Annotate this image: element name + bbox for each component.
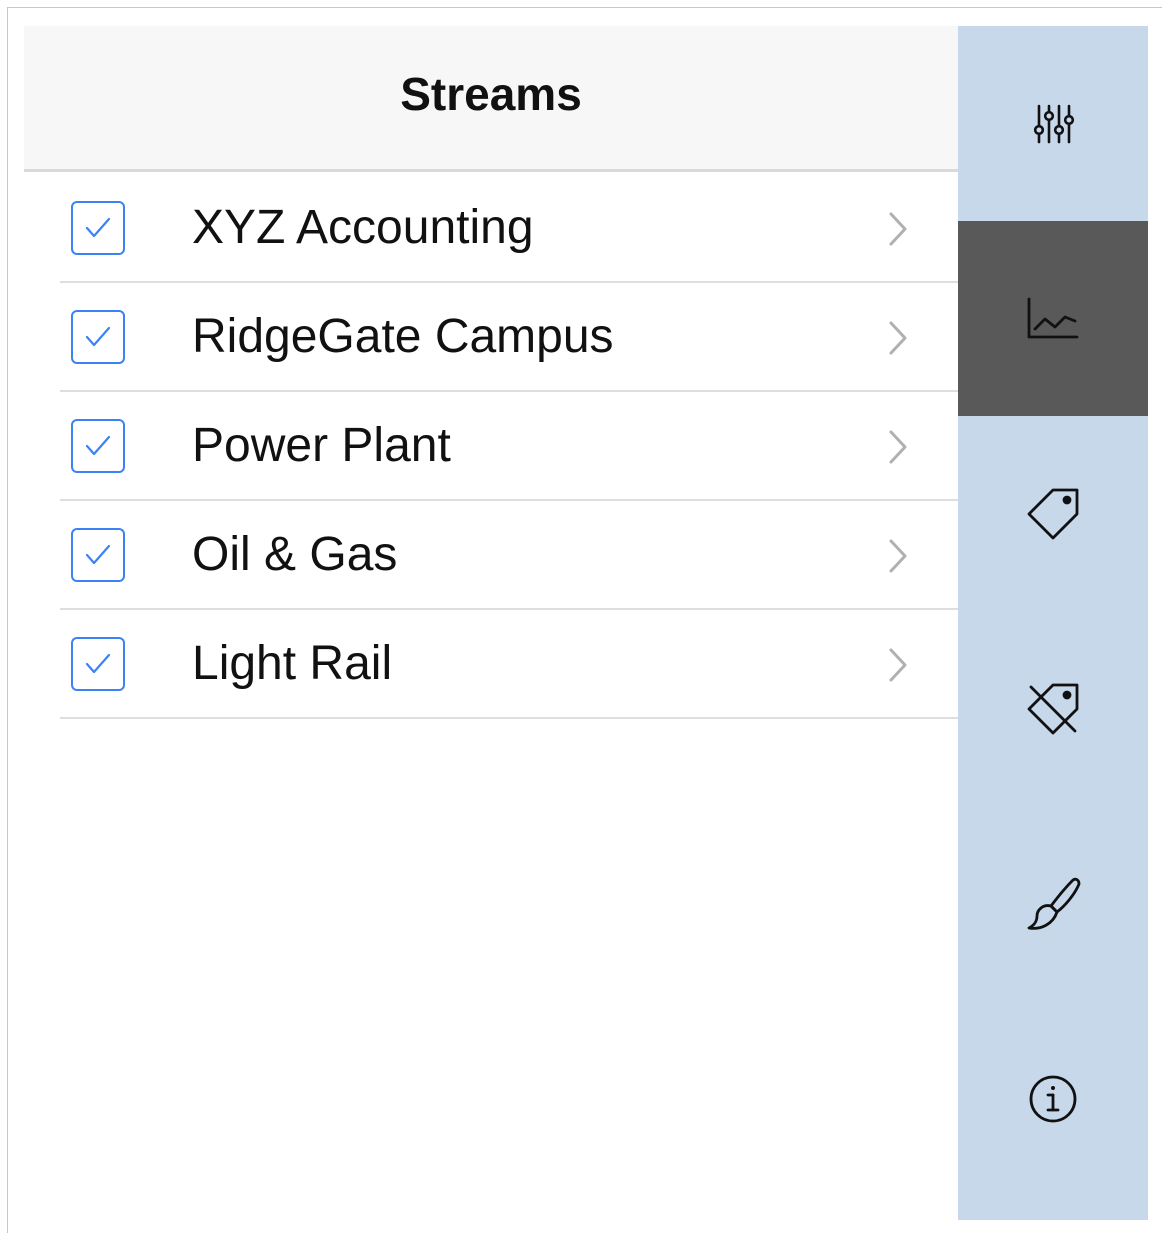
stream-checkbox[interactable] [71,310,125,364]
list-item-label: Oil & Gas [192,528,398,581]
tag-icon [1027,488,1079,539]
tag-off-icon [1027,683,1079,734]
checkmark-icon [85,653,111,674]
streams-view-button[interactable] [958,221,1148,416]
page-title: Streams [400,67,582,120]
streams-list: XYZ Accounting RidgeGate Campus Power Pl… [24,174,958,719]
checkmark-icon [85,544,111,565]
streams-panel: Streams XYZ Accounting RidgeGate Campus … [24,26,958,1220]
stream-checkbox[interactable] [71,419,125,473]
paintbrush-icon [1027,877,1081,930]
tags-button[interactable] [958,416,1148,611]
panel-header: Streams [24,26,958,172]
list-item-label: Light Rail [192,637,393,690]
chevron-right-icon [889,648,907,682]
list-item-label: Power Plant [192,419,451,472]
toolbar-sidebar [958,26,1148,1220]
sliders-icon [1033,104,1075,143]
list-item[interactable]: RidgeGate Campus [24,283,958,392]
list-item[interactable]: XYZ Accounting [24,174,958,283]
list-item[interactable]: Light Rail [24,610,958,719]
style-button[interactable] [958,806,1148,1001]
line-chart-icon [1027,297,1079,338]
stream-checkbox[interactable] [71,528,125,582]
list-item[interactable]: Oil & Gas [24,501,958,610]
chevron-right-icon [889,321,907,355]
chevron-right-icon [889,212,907,246]
filters-button[interactable] [958,26,1148,221]
untagged-button[interactable] [958,611,1148,806]
stream-checkbox[interactable] [71,637,125,691]
chevron-right-icon [889,539,907,573]
checkmark-icon [85,435,111,456]
info-button[interactable] [958,1001,1148,1196]
info-icon [1029,1075,1077,1122]
list-item-label: XYZ Accounting [192,201,534,254]
list-item[interactable]: Power Plant [24,392,958,501]
list-item-label: RidgeGate Campus [192,310,614,363]
stream-checkbox[interactable] [71,201,125,255]
checkmark-icon [85,326,111,347]
chevron-right-icon [889,430,907,464]
checkmark-icon [85,217,111,238]
